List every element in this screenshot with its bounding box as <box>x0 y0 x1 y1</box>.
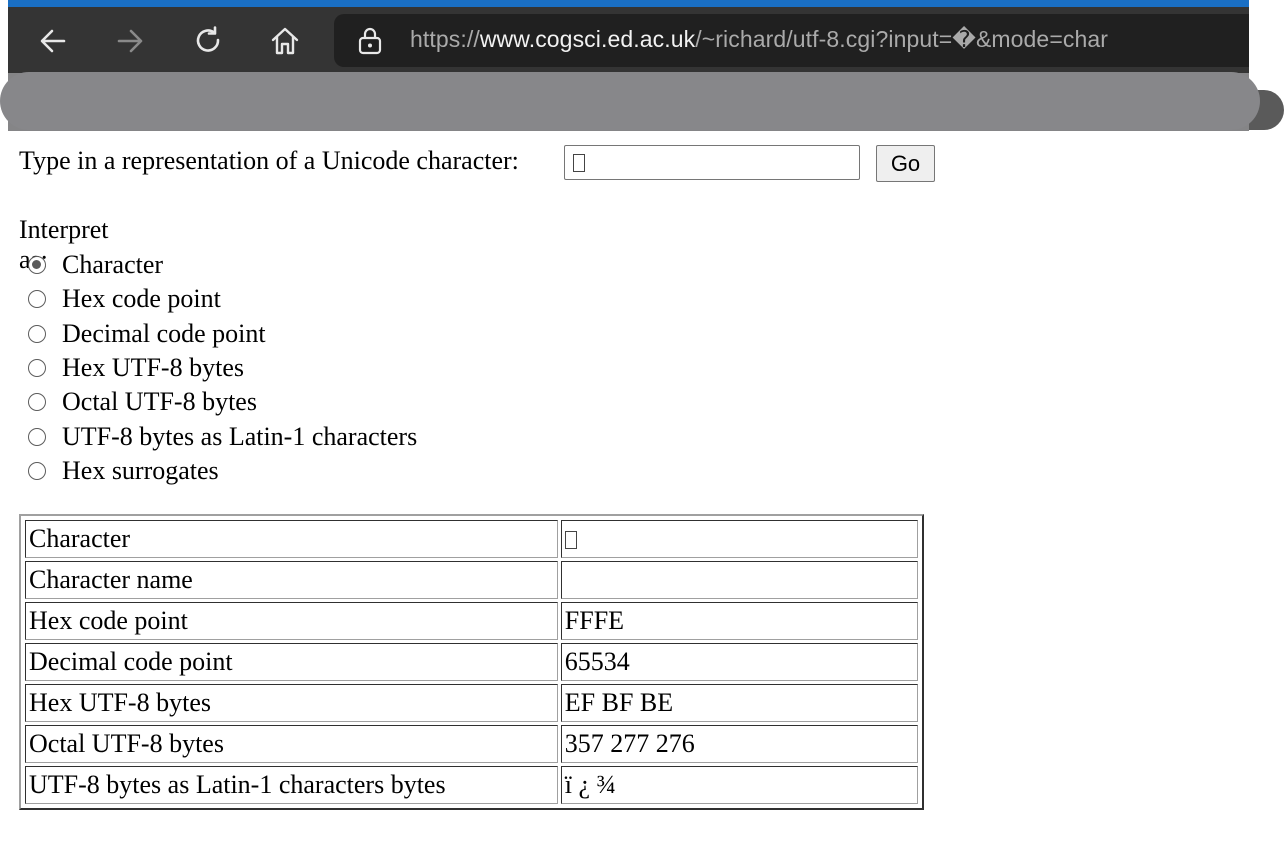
option-octal-utf8-bytes[interactable]: Octal UTF-8 bytes <box>28 385 417 419</box>
option-label: Decimal code point <box>62 318 266 348</box>
table-row: Octal UTF-8 bytes 357 277 276 <box>25 725 918 763</box>
browser-toolbar: https://www.cogsci.ed.ac.uk/~richard/utf… <box>8 7 1249 73</box>
missing-glyph-box <box>573 153 585 172</box>
arrow-right-icon <box>117 29 143 53</box>
option-label: UTF-8 bytes as Latin-1 characters <box>62 421 418 451</box>
home-icon <box>271 27 299 55</box>
radio-hex-code-point[interactable] <box>28 290 46 309</box>
tab-accent-bar <box>8 0 1249 7</box>
table-row: Character <box>25 520 918 558</box>
row-value: 357 277 276 <box>560 725 918 763</box>
table-row: Hex UTF-8 bytes EF BF BE <box>25 684 918 722</box>
missing-glyph-box <box>564 531 577 549</box>
option-character[interactable]: Character <box>28 248 417 282</box>
url-scheme: https:// <box>410 26 480 52</box>
option-label: Hex code point <box>62 284 221 314</box>
table-row: Decimal code point 65534 <box>25 643 918 681</box>
radio-hex-surrogates[interactable] <box>28 461 46 480</box>
row-value: ï ¿ ¾ <box>560 766 918 804</box>
table-row: Hex code point FFFE <box>25 602 918 640</box>
option-label: Character <box>62 250 164 280</box>
go-button[interactable]: Go <box>876 145 935 182</box>
interpret-options: Character Hex code point Decimal code po… <box>28 248 417 488</box>
refresh-icon <box>196 26 220 52</box>
row-value <box>560 561 918 599</box>
address-bar[interactable]: https://www.cogsci.ed.ac.uk/~richard/utf… <box>334 14 1249 67</box>
table-row: Character name <box>25 561 918 599</box>
row-value: FFFE <box>560 602 918 640</box>
radio-character[interactable] <box>28 256 46 275</box>
option-label: Hex surrogates <box>62 455 219 485</box>
table-row: UTF-8 bytes as Latin-1 characters bytes … <box>25 766 918 804</box>
row-key: Character <box>25 520 558 558</box>
back-button[interactable] <box>33 21 73 61</box>
character-input[interactable] <box>564 145 860 180</box>
row-key: Hex UTF-8 bytes <box>25 684 558 722</box>
row-value <box>560 520 918 558</box>
lock-icon[interactable] <box>356 27 384 55</box>
radio-octal-utf8-bytes[interactable] <box>28 393 46 412</box>
forward-button[interactable] <box>110 21 150 61</box>
option-hex-surrogates[interactable]: Hex surrogates <box>28 454 417 488</box>
option-hex-code-point[interactable]: Hex code point <box>28 282 417 316</box>
radio-hex-utf8-bytes[interactable] <box>28 359 46 378</box>
result-table: Character Character name Hex code point … <box>19 514 924 810</box>
option-utf8-latin1[interactable]: UTF-8 bytes as Latin-1 characters <box>28 419 417 453</box>
url-text[interactable]: https://www.cogsci.ed.ac.uk/~richard/utf… <box>410 26 1108 53</box>
row-key: Hex code point <box>25 602 558 640</box>
home-button[interactable] <box>265 21 305 61</box>
refresh-button[interactable] <box>188 21 228 61</box>
arrow-left-icon <box>40 29 66 53</box>
redacted-bar <box>0 72 1260 130</box>
row-key: UTF-8 bytes as Latin-1 characters bytes <box>25 766 558 804</box>
url-host: www.cogsci.ed.ac.uk <box>479 26 696 52</box>
option-decimal-code-point[interactable]: Decimal code point <box>28 317 417 351</box>
option-label: Octal UTF-8 bytes <box>62 387 257 417</box>
radio-decimal-code-point[interactable] <box>28 324 46 343</box>
radio-utf8-latin1[interactable] <box>28 427 46 446</box>
row-key: Octal UTF-8 bytes <box>25 725 558 763</box>
row-key: Character name <box>25 561 558 599</box>
row-value: 65534 <box>560 643 918 681</box>
url-path: /~richard/utf-8.cgi?input=�&mode=char <box>695 26 1108 52</box>
row-key: Decimal code point <box>25 643 558 681</box>
option-label: Hex UTF-8 bytes <box>62 353 244 383</box>
input-prompt-label: Type in a representation of a Unicode ch… <box>19 146 519 175</box>
option-hex-utf8-bytes[interactable]: Hex UTF-8 bytes <box>28 351 417 385</box>
row-value: EF BF BE <box>560 684 918 722</box>
